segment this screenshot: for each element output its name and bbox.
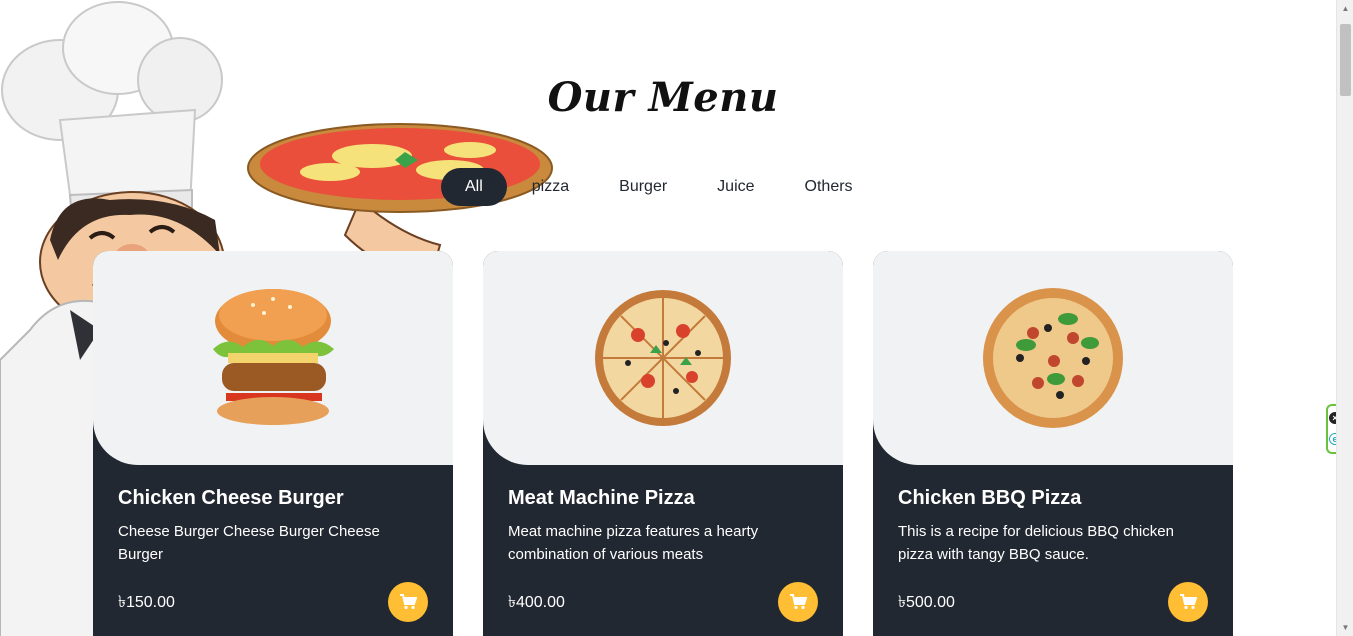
item-price: ৳400.00 <box>508 593 565 611</box>
item-name: Meat Machine Pizza <box>508 487 695 509</box>
vertical-scrollbar[interactable]: ▲ ▼ <box>1336 0 1353 636</box>
pizza-image <box>595 290 731 426</box>
filter-pizza[interactable]: pizza <box>507 168 594 206</box>
scrollbar-thumb[interactable] <box>1340 24 1351 96</box>
add-to-cart-button[interactable] <box>778 582 818 622</box>
scroll-up-arrow-icon[interactable]: ▲ <box>1337 0 1353 17</box>
item-description: Cheese Burger Cheese Burger Cheese Burge… <box>118 523 380 563</box>
item-name: Chicken BBQ Pizza <box>898 487 1082 509</box>
item-name: Chicken Cheese Burger <box>118 487 344 509</box>
cart-icon <box>790 594 807 610</box>
pizza-image <box>983 288 1123 428</box>
cart-icon <box>400 594 417 610</box>
card-image-area <box>873 251 1233 465</box>
card-image-area <box>93 251 453 465</box>
filter-others[interactable]: Others <box>780 168 878 206</box>
add-to-cart-button[interactable] <box>1168 582 1208 622</box>
filter-burger[interactable]: Burger <box>594 168 692 206</box>
scroll-down-arrow-icon[interactable]: ▼ <box>1337 619 1353 636</box>
burger-image <box>213 289 334 425</box>
menu-card: Meat Machine Pizza Meat machine pizza fe… <box>483 251 843 636</box>
menu-card: Chicken Cheese Burger Cheese Burger Chee… <box>93 251 453 636</box>
menu-grid: Chicken Cheese Burger Cheese Burger Chee… <box>93 251 1233 636</box>
menu-card: Chicken BBQ Pizza This is a recipe for d… <box>873 251 1233 636</box>
item-description: This is a recipe for delicious BBQ chick… <box>898 523 1174 563</box>
item-price: ৳150.00 <box>118 593 175 611</box>
filter-bar: All pizza Burger Juice Others <box>441 168 878 206</box>
filter-all[interactable]: All <box>441 168 507 206</box>
cart-icon <box>1180 594 1197 610</box>
card-image-area <box>483 251 843 465</box>
filter-juice[interactable]: Juice <box>692 168 779 206</box>
add-to-cart-button[interactable] <box>388 582 428 622</box>
item-price: ৳500.00 <box>898 593 955 611</box>
item-description: Meat machine pizza features a hearty com… <box>508 523 759 563</box>
section-title: Our Menu <box>547 74 779 121</box>
